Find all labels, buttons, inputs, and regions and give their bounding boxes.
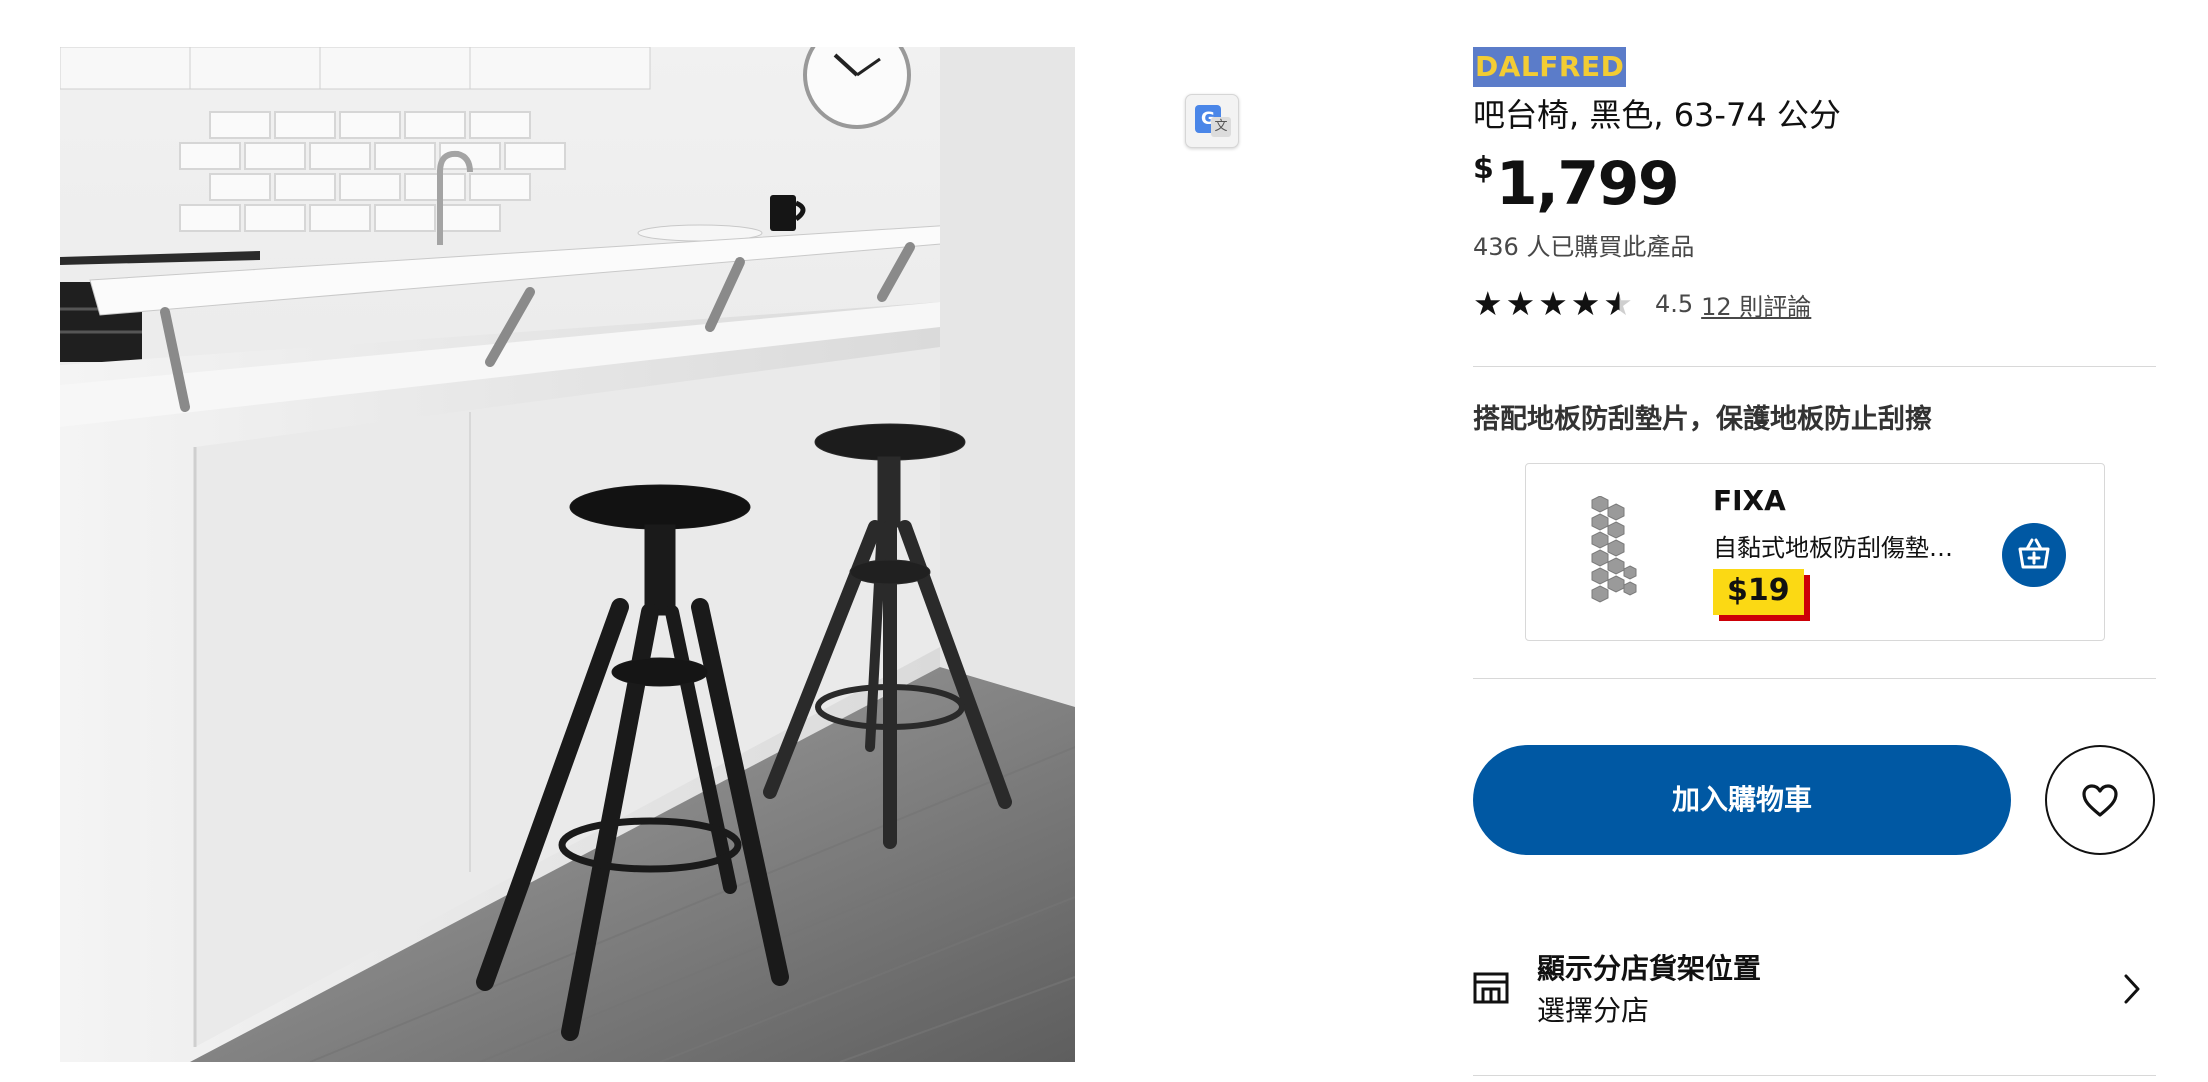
star-icon: ★ <box>1505 284 1536 323</box>
store-shelf-location-row[interactable]: 顯示分店貨架位置 選擇分店 <box>1473 945 2156 1031</box>
add-to-basket-icon <box>2018 538 2050 569</box>
add-to-basket-button[interactable] <box>2002 523 2066 587</box>
star-icon: ★ <box>1538 284 1568 323</box>
pairing-heading: 搭配地板防刮墊片，保護地板防止刮擦 <box>1473 404 1932 435</box>
divider <box>1473 678 2156 679</box>
rating-stars: ★ ★ ★ ★ ★ <box>1473 286 1633 322</box>
price-amount: 1,799 <box>1495 149 1680 219</box>
product-image[interactable] <box>60 47 1075 1062</box>
star-half-icon: ★ <box>1603 284 1633 323</box>
star-icon: ★ <box>1570 284 1601 323</box>
fixa-pads-thumbnail <box>1591 496 1637 603</box>
store-row-title: 顯示分店貨架位置 <box>1537 952 1762 985</box>
bar-stool-photo <box>60 47 1075 1062</box>
product-info: DALFRED 吧台椅, 黑色, 63-74 公分 $1,799 436 人已購… <box>1473 47 2156 322</box>
price-currency: $ <box>1473 151 1494 186</box>
favorite-button[interactable] <box>2045 745 2155 855</box>
rating: ★ ★ ★ ★ ★ 4.5 12 則評論 <box>1473 286 2156 322</box>
divider <box>1473 1075 2156 1076</box>
chevron-right-icon <box>2124 974 2140 1004</box>
reviews-link[interactable]: 12 則評論 <box>1701 287 1811 322</box>
rating-value: 4.5 <box>1654 290 1694 318</box>
product-price: $1,799 <box>1473 151 2156 216</box>
purchase-count: 436 人已購買此產品 <box>1473 233 1695 261</box>
add-to-cart-button[interactable]: 加入購物車 <box>1473 745 2011 855</box>
star-icon: ★ <box>1473 284 1503 323</box>
store-icon <box>1473 972 1509 1004</box>
divider <box>1473 366 2156 367</box>
product-subtitle: 吧台椅, 黑色, 63-74 公分 <box>1473 96 1841 134</box>
pairing-price-tag: $19 <box>1713 569 1804 615</box>
google-translate-button[interactable]: G 文 <box>1185 94 1239 148</box>
pairing-product-name: FIXA <box>1713 484 1786 517</box>
pairing-product-description: 自黏式地板防刮傷墊片... <box>1713 534 1969 562</box>
product-brand: DALFRED <box>1473 47 1627 87</box>
heart-icon <box>2082 784 2118 817</box>
pairing-card[interactable]: FIXA 自黏式地板防刮傷墊片... $19 <box>1525 463 2105 641</box>
store-row-subtitle: 選擇分店 <box>1537 994 1650 1027</box>
